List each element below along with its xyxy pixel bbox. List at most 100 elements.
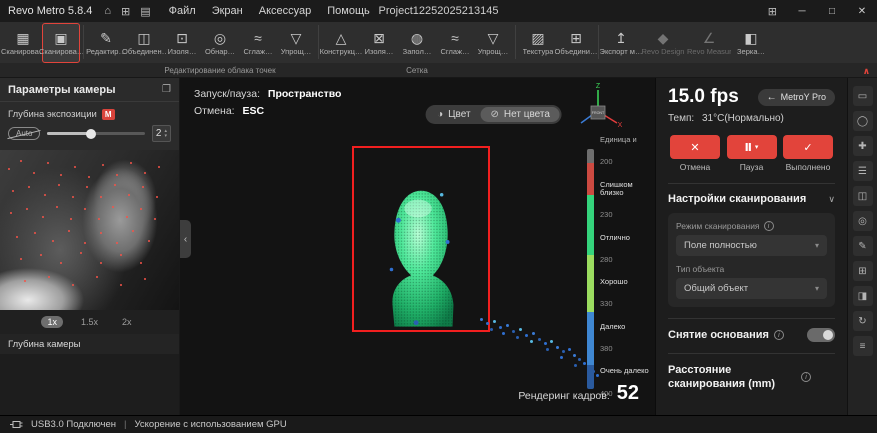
temperature-value: 31°C(Нормально) (702, 113, 784, 124)
object-type-value: Общий объект (684, 283, 748, 294)
pause-icon: Ⅱ (745, 141, 752, 154)
cancel-label: Отмена (680, 162, 711, 172)
ribbon-button-label: Revo Measure (687, 47, 731, 56)
render-frames-label: Рендеринг кадров: (518, 390, 609, 402)
export-icon: ↥ (615, 30, 627, 46)
tool-add[interactable]: ✚ (853, 136, 873, 156)
ribbon-export-button[interactable]: ↥ Экспорт м… (602, 23, 640, 63)
revo-measure-icon: ∠ (703, 30, 716, 46)
stepper-down-icon[interactable]: ▾ (164, 134, 167, 139)
ribbon-isolate-button[interactable]: ⊡ Изоля… (163, 23, 201, 63)
ribbon-mirror-button[interactable]: ◧ Зерка… (732, 23, 770, 63)
detach-panel-icon[interactable]: ❐ (162, 84, 171, 95)
no-color-option[interactable]: ⊘ Нет цвета (481, 107, 560, 122)
ribbon-revo-measure-button[interactable]: ∠ Revo Measure (686, 23, 732, 63)
viewport-canvas[interactable]: Запуск/пауза: Пространство Отмена: ESC ◑… (180, 78, 655, 415)
ribbon-merge-button[interactable]: ◫ Объединен… (125, 23, 163, 63)
zoom-1-5x-button[interactable]: 1.5x (75, 316, 104, 328)
menu-help[interactable]: Помощь (327, 5, 370, 17)
zoom-1x-button[interactable]: 1x (41, 316, 63, 328)
tool-split-view[interactable]: ◫ (853, 186, 873, 206)
ribbon-button-label: Упрощ… (478, 47, 509, 56)
isolate-icon: ⊡ (176, 30, 188, 46)
maximize-button[interactable]: □ (817, 0, 847, 22)
texture-icon: ▨ (531, 30, 544, 46)
ribbon-button-label: Изоля… (168, 47, 197, 56)
new-project-icon[interactable]: ⊞ (121, 5, 130, 18)
tool-circle-select[interactable]: ◯ (853, 111, 873, 131)
legend-tick: 380 (600, 345, 651, 353)
ribbon-simplify-button[interactable]: ▽ Упрощ… (277, 23, 315, 63)
info-icon[interactable]: i (764, 221, 774, 231)
menu-screen[interactable]: Экран (212, 5, 243, 17)
menu-accessory[interactable]: Аксессуар (259, 5, 312, 17)
exposure-slider-knob[interactable] (86, 129, 96, 139)
ribbon-mesh-isolate-button[interactable]: ⊠ Изоля… (360, 23, 398, 63)
complete-scan-button[interactable]: ✓ (783, 135, 833, 159)
apps-grid-icon[interactable]: ⊞ (758, 5, 787, 18)
ribbon-smooth-button[interactable]: ≈ Сглаж… (239, 23, 277, 63)
chevron-down-icon: ▾ (815, 284, 819, 293)
tool-menu[interactable]: ☰ (853, 161, 873, 181)
hint-value: Пространство (268, 88, 342, 100)
tool-shade-view[interactable]: ◨ (853, 286, 873, 306)
color-option-label: Цвет (448, 109, 470, 120)
ribbon-merge-models-button[interactable]: ⊞ Объедини… (557, 23, 595, 63)
minimize-button[interactable]: ─ (787, 0, 817, 22)
pause-scan-button[interactable]: Ⅱ ▾ (727, 135, 777, 159)
scan-point-cloud-bust (359, 151, 483, 327)
tool-reset-view[interactable]: ↻ (853, 311, 873, 331)
device-button[interactable]: ← MetroY Pro (758, 89, 835, 106)
home-icon[interactable]: ⌂ (104, 5, 111, 18)
zoom-2x-button[interactable]: 2x (116, 316, 138, 328)
close-button[interactable]: ✕ (847, 0, 877, 22)
depth-legend: Единица и 200 Слишком близко 230 Отлично… (587, 136, 651, 400)
ribbon-button-label: Изоля… (365, 47, 394, 56)
ribbon-button-label: Текстура (523, 47, 554, 56)
tool-target-view[interactable]: ◎ (853, 211, 873, 231)
color-option[interactable]: ◑ Цвет (427, 107, 480, 122)
ribbon-texture-button[interactable]: ▨ Текстура (519, 23, 557, 63)
info-icon[interactable]: i (774, 330, 784, 340)
auto-exposure-toggle[interactable]: Auto (8, 127, 40, 140)
base-removal-toggle[interactable] (807, 328, 835, 342)
pause-dropdown-icon[interactable]: ▾ (755, 143, 759, 151)
x-icon: ✕ (690, 141, 699, 154)
ribbon-fill-holes-button[interactable]: ◍ Запол… (398, 23, 436, 63)
exposure-value-stepper[interactable]: 2 ▴ ▾ (152, 125, 171, 142)
ribbon-edit-button[interactable]: ✎ Редактир… (87, 23, 125, 63)
rect-select-icon: ▭ (858, 91, 867, 102)
shortcut-hints: Запуск/пауза: Пространство Отмена: ESC (194, 86, 341, 120)
temperature-label: Темп: (668, 113, 694, 124)
tool-annotate[interactable]: ✎ (853, 236, 873, 256)
gallery-icon[interactable]: ▤ (140, 5, 150, 18)
ribbon-scan-button[interactable]: ▣ Сканирова… (42, 23, 80, 63)
ribbon-mesh-simplify-button[interactable]: ▽ Упрощ… (474, 23, 512, 63)
camera-parameters-panel: Параметры камеры ❐ Глубина экспозиции M … (0, 78, 180, 415)
plus-icon: ✚ (858, 141, 866, 152)
scan-mode-label: Режим сканирования (676, 221, 760, 231)
ribbon-revo-design-button[interactable]: ◆ Revo Design (640, 23, 686, 63)
ribbon-detect-button[interactable]: ◎ Обнар… (201, 23, 239, 63)
ribbon-scan-new-button[interactable]: ▦ Сканирова… (4, 23, 42, 63)
orientation-gizmo[interactable]: Z X FRONT (573, 82, 623, 134)
legend-tick: 200 (600, 158, 651, 166)
cancel-scan-button[interactable]: ✕ (670, 135, 720, 159)
scan-settings-section[interactable]: Настройки сканирования ∨ (668, 193, 835, 205)
menu-file[interactable]: Файл (169, 5, 196, 17)
object-type-select[interactable]: Общий объект ▾ (676, 278, 827, 299)
exposure-slider[interactable] (47, 132, 144, 135)
info-icon[interactable]: i (801, 372, 811, 382)
check-icon: ✓ (803, 141, 812, 154)
ribbon-button-label: Экспорт м… (600, 47, 643, 56)
collapse-left-panel-tab[interactable]: ‹ (180, 220, 191, 258)
scan-mode-select[interactable]: Поле полностью ▾ (676, 235, 827, 256)
tool-settings[interactable]: ≡ (853, 336, 873, 356)
hint-value: ESC (243, 105, 265, 117)
collapse-ribbon-icon[interactable]: ∧ (863, 66, 870, 77)
ribbon-construct-mesh-button[interactable]: △ Конструкц… (322, 23, 360, 63)
split-view-icon: ◫ (858, 191, 867, 202)
tool-rect-select[interactable]: ▭ (853, 86, 873, 106)
ribbon-mesh-smooth-button[interactable]: ≈ Сглаж… (436, 23, 474, 63)
tool-grid-view[interactable]: ⊞ (853, 261, 873, 281)
